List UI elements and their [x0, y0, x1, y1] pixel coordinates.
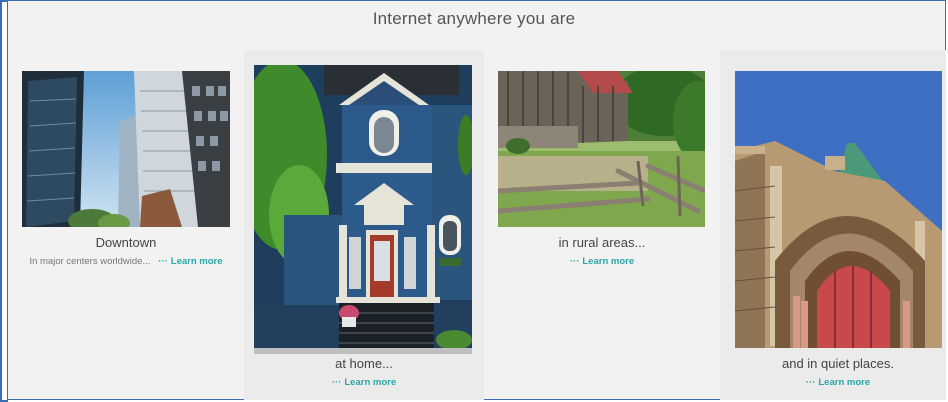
learn-more-link-quiet[interactable]: Learn more — [818, 377, 870, 388]
frame-left-edge — [0, 0, 8, 402]
page-title: Internet anywhere you are — [372, 9, 576, 28]
card-caption-home: at home... — [335, 356, 393, 371]
card-link-row: ··· Learn more — [244, 377, 484, 388]
card-link-row: ··· Learn more — [720, 377, 948, 388]
dots-icon: ··· — [158, 256, 168, 267]
card-subtitle-row: In major centers worldwide... ··· Learn m… — [10, 256, 242, 267]
learn-more-link-rural[interactable]: Learn more — [582, 256, 634, 267]
card-caption-rural: in rural areas... — [558, 235, 646, 250]
card-caption-quiet: and in quiet places. — [781, 356, 895, 371]
card-rural: in rural areas... ··· Learn more — [488, 50, 716, 400]
dots-icon: ··· — [331, 377, 342, 388]
card-quiet: and in quiet places. ··· Learn more — [720, 50, 946, 400]
stone-church-arch-photo[interactable] — [735, 71, 942, 348]
dots-icon: ··· — [569, 256, 580, 267]
dots-icon: ··· — [805, 377, 816, 388]
city-skyscrapers-photo[interactable] — [22, 71, 230, 227]
learn-more-link-downtown[interactable]: Learn more — [171, 256, 223, 267]
barn-rural-field-photo[interactable] — [498, 71, 705, 227]
learn-more-link-home[interactable]: Learn more — [344, 377, 396, 388]
card-downtown: Downtown In major centers worldwide... ·… — [10, 50, 238, 400]
card-caption-downtown: Downtown — [95, 235, 157, 250]
card-home: at home... ··· Learn more — [244, 50, 484, 400]
card-subtitle: In major centers worldwide... — [29, 256, 151, 267]
card-link-row: ··· Learn more — [488, 256, 716, 267]
blue-victorian-house-photo[interactable] — [254, 65, 472, 354]
